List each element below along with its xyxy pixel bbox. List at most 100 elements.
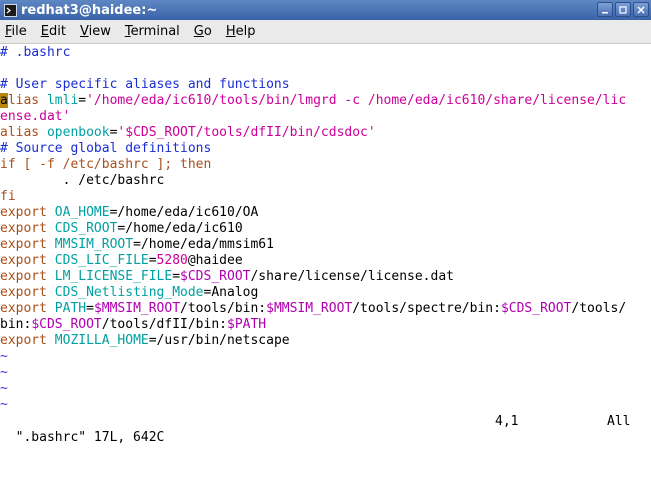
line-segment: =/usr/bin/netscape (148, 333, 290, 348)
line-segment: =Analog (203, 285, 259, 300)
line-segment: # Source global definitions (0, 141, 212, 156)
menu-label: elp (235, 24, 256, 39)
line-segment: export (0, 301, 47, 316)
line-segment (47, 301, 55, 316)
line-segment: = (148, 253, 157, 268)
line-segment: /tools/spectre/bin: (352, 301, 501, 316)
line-segment: @haidee (187, 253, 243, 268)
menu-edit[interactable]: Edit (34, 24, 73, 39)
status-file-info: ".bashrc" 17L, 642C (15, 430, 165, 445)
minimize-icon[interactable] (597, 2, 613, 17)
line-segment: CDS_LIC_FILE (54, 253, 149, 268)
menu-label: ile (11, 24, 27, 39)
terminal-line: alias lmli='/home/eda/ic610/tools/bin/lm… (0, 93, 651, 109)
line-segment: $PATH (227, 317, 267, 332)
line-segment: PATH (54, 301, 87, 316)
menu-view[interactable]: View (73, 24, 118, 39)
line-segment (47, 221, 55, 236)
line-segment: [ -f /etc/bashrc ]; (15, 157, 181, 172)
line-segment: export (0, 221, 47, 236)
line-segment: . /etc/bashrc (0, 173, 165, 188)
status-cursor-position: 4,1 (495, 414, 519, 429)
menu-label: erminal (130, 24, 180, 39)
line-segment: then (180, 157, 212, 172)
terminal-line: fi (0, 189, 651, 205)
menu-mnemonic: V (79, 24, 89, 39)
line-segment: MOZILLA_HOME (54, 333, 149, 348)
menu-label: dit (49, 24, 66, 39)
line-segment: '$CDS_ROOT/tools/dfII/bin/cdsdoc' (117, 125, 376, 140)
line-segment: MMSIM_ROOT (54, 237, 134, 252)
line-segment: if (0, 157, 16, 172)
terminal-line: alias openbook='$CDS_ROOT/tools/dfII/bin… (0, 125, 651, 141)
line-segment: # .bashrc (0, 45, 71, 60)
line-segment: = (78, 93, 87, 108)
terminal-line: export MMSIM_ROOT=/home/eda/mmsim61 (0, 237, 651, 253)
line-segment (47, 269, 55, 284)
line-segment: export (0, 269, 47, 284)
line-segment: /tools/bin: (180, 301, 267, 316)
line-segment: bin: (0, 317, 32, 332)
menu-terminal[interactable]: Terminal (118, 24, 187, 39)
terminal-line: export OA_HOME=/home/eda/ic610/OA (0, 205, 651, 221)
line-segment (39, 93, 47, 108)
line-segment: = (172, 269, 181, 284)
line-segment: export (0, 237, 47, 252)
line-segment (47, 205, 55, 220)
menu-file[interactable]: File (0, 24, 34, 39)
menu-go[interactable]: Go (187, 24, 219, 39)
line-segment: /tools/ (571, 301, 627, 316)
window-controls (597, 2, 649, 17)
menu-help[interactable]: Help (219, 24, 263, 39)
line-segment: =/home/eda/ic610/OA (109, 205, 259, 220)
line-segment: export (0, 253, 47, 268)
terminal-line: # .bashrc (0, 45, 651, 61)
menu-mnemonic: E (40, 24, 49, 39)
line-segment: ~ (0, 397, 8, 412)
line-segment: ~ (0, 349, 8, 364)
menu-label: iew (88, 24, 111, 39)
line-segment: fi (0, 189, 16, 204)
line-segment (47, 285, 55, 300)
terminal-line: # User specific aliases and functions (0, 77, 651, 93)
line-segment: ense.dat' (0, 109, 71, 124)
window-title: redhat3@haidee:~ (21, 2, 158, 18)
terminal-line: ~ (0, 381, 651, 397)
line-segment: export (0, 333, 47, 348)
terminal-text-area[interactable]: # .bashrc # User specific aliases and fun… (0, 45, 651, 430)
line-segment: $CDS_ROOT (31, 317, 102, 332)
terminal-icon (4, 3, 17, 17)
status-scroll-position: All (607, 414, 631, 429)
line-segment: ~ (0, 365, 8, 380)
line-segment: 5280 (156, 253, 188, 268)
terminal-line: . /etc/bashrc (0, 173, 651, 189)
terminal-line: bin:$CDS_ROOT/tools/dfII/bin:$PATH (0, 317, 651, 333)
line-segment: CDS_Netlisting_Mode (54, 285, 204, 300)
line-segment: lmli (46, 93, 79, 108)
terminal-line: export CDS_ROOT=/home/eda/ic610 (0, 221, 651, 237)
line-segment: /tools/dfII/bin: (101, 317, 227, 332)
line-segment (47, 333, 55, 348)
line-segment: ~ (0, 381, 8, 396)
line-segment (39, 125, 47, 140)
maximize-icon[interactable] (615, 2, 631, 17)
title-bar: redhat3@haidee:~ (0, 0, 651, 20)
menu-mnemonic: H (225, 24, 236, 39)
line-segment: lias (7, 93, 40, 108)
close-icon[interactable] (633, 2, 649, 17)
menu-bar: File Edit View Terminal Go Help (0, 20, 651, 44)
text-cursor: a (0, 93, 8, 108)
line-segment (47, 253, 55, 268)
line-segment: export (0, 205, 47, 220)
terminal-line: export MOZILLA_HOME=/usr/bin/netscape (0, 333, 651, 349)
line-segment: # User specific aliases and functions (0, 77, 290, 92)
line-segment: =/home/eda/mmsim61 (133, 237, 274, 252)
line-segment: CDS_ROOT (54, 221, 118, 236)
menu-label: o (203, 24, 212, 39)
line-segment: OA_HOME (54, 205, 110, 220)
terminal-line: ~ (0, 349, 651, 365)
terminal-line: if [ -f /etc/bashrc ]; then (0, 157, 651, 173)
line-segment: openbook (46, 125, 110, 140)
line-segment: = (86, 301, 94, 316)
line-segment: alias (0, 125, 40, 140)
